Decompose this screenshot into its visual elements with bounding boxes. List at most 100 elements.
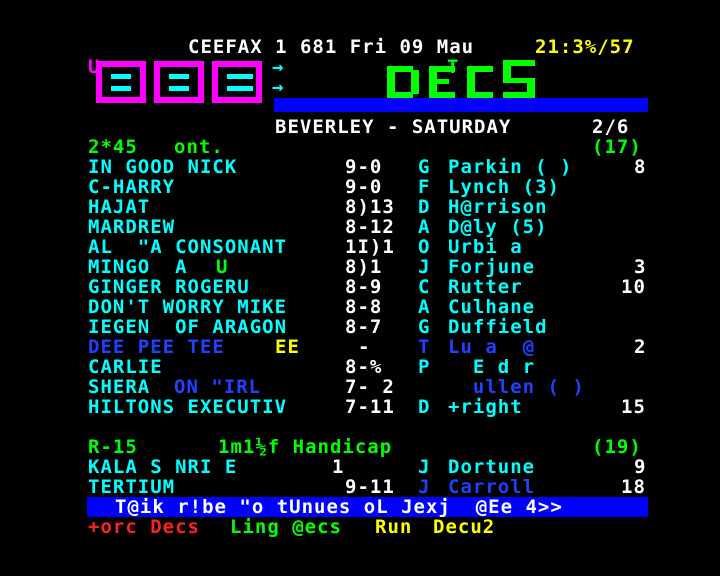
table-row: TERTIUM 9-11 J Carroll 18 [0, 477, 720, 497]
fastext-red[interactable]: +orc Decs [88, 517, 200, 537]
table-row: KALA S NRI E 1 J Dortune 9 [0, 457, 720, 477]
race2-id: R-15 [88, 436, 138, 458]
horse-name: C-HARRY [88, 176, 176, 198]
table-row: HILTONS EXECUTIV 7-11 D +right 15 [0, 397, 720, 417]
horse-jockey: Duffield [448, 316, 548, 338]
horse-jockey: Lynch (3) [448, 176, 560, 198]
horse-draw: F [418, 176, 431, 198]
horse-jockey: Lu a @ [448, 336, 536, 358]
horse-weight: 8-8 [345, 296, 383, 318]
horse-draw: C [418, 276, 431, 298]
horse-jockey: D@ly (5) [448, 216, 548, 238]
horse-name-extra: ON "IRL [174, 376, 262, 398]
race1-label: ont. [174, 136, 224, 158]
table-row: HAJAT 8)13 D H@rrison [0, 197, 720, 217]
horse-weight: 8-% [345, 356, 383, 378]
fastext-yellow[interactable]: Run [375, 517, 412, 537]
nav-bar[interactable]: T@ik r!be "o tUnues oL Jexj @Ee 4>> [87, 497, 648, 517]
horse-name: KALA S NRI E [88, 456, 238, 478]
arrow-right-icon: → [272, 76, 285, 98]
horse-draw: O [418, 236, 431, 258]
horse-weight: 7-11 [345, 396, 395, 418]
horse-odds: 9 [634, 456, 647, 478]
horse-name: DON'T WORRY MIKE [88, 296, 288, 318]
race2-title: 1m1½f Handicap [218, 436, 393, 458]
horse-name: GINGER ROGERU [88, 276, 250, 298]
horse-draw: P [418, 356, 431, 378]
horse-weight: 8)13 [345, 196, 395, 218]
horse-name: MINGO A [88, 256, 200, 278]
horse-draw: A [418, 216, 431, 238]
table-row: IN GOOD NICK 9-0 G Parkin ( ) 8 [0, 157, 720, 177]
horse-name-extra: EE [275, 336, 300, 358]
horse-name: IN GOOD NICK [88, 156, 238, 178]
table-row: AL "A CONSONANT 1I)1 O Urbi a [0, 237, 720, 257]
fastext-green[interactable]: Ling @ecs [230, 517, 342, 537]
header-service: CEEFAX 1 681 Fri 09 Mau [188, 36, 475, 58]
horse-name: DEE PEE TEE [88, 336, 225, 358]
race2-runners: (19) [592, 436, 642, 458]
table-row: C-HARRY 9-0 F Lynch (3) [0, 177, 720, 197]
horse-name: AL "A CONSONANT [88, 236, 288, 258]
horse-draw: G [418, 316, 431, 338]
horse-weight: 1I)1 [345, 236, 395, 258]
horse-draw: A [418, 296, 431, 318]
table-row: DEE PEE TEE EE - T Lu a @ 2 [0, 337, 720, 357]
horse-draw: G [418, 156, 431, 178]
horse-name: TERTIUM [88, 476, 176, 498]
horse-jockey: Forjune [448, 256, 536, 278]
horse-draw: T [418, 336, 431, 358]
page-title: BEVERLEY - SATURDAY [275, 116, 512, 138]
table-row: DON'T WORRY MIKE 8-8 A Culhane [0, 297, 720, 317]
horse-jockey: Carroll [448, 476, 536, 498]
horse-name: HAJAT [88, 196, 151, 218]
horse-weight: 9-11 [345, 476, 395, 498]
horse-weight: 8-9 [345, 276, 383, 298]
horse-jockey: +right [448, 396, 523, 418]
horse-name-extra: U [216, 256, 229, 278]
horse-jockey: Parkin ( ) [448, 156, 573, 178]
table-row: IEGEN OF ARAGON 8-7 G Duffield [0, 317, 720, 337]
horse-weight: 8-12 [345, 216, 395, 238]
page-number: 2/6 [592, 116, 630, 138]
teletext-screen: CEEFAX 1 681 Fri 09 Mau 21:3%/57 U → → T… [0, 0, 720, 576]
horse-weight: 8-7 [345, 316, 383, 338]
table-row: CARLIE 8-% P E d r [0, 357, 720, 377]
horse-jockey: Rutter [448, 276, 523, 298]
horse-weight: - [358, 336, 371, 358]
horse-weight: 8)1 [345, 256, 383, 278]
horse-draw: D [418, 396, 431, 418]
header-row: CEEFAX 1 681 Fri 09 Mau 21:3%/57 [0, 37, 720, 57]
horse-odds: 10 [621, 276, 646, 298]
horse-odds: 15 [621, 396, 646, 418]
horse-jockey: ullen ( ) [448, 376, 585, 398]
horse-name: MARDREW [88, 216, 176, 238]
race2-header: R-15 1m1½f Handicap (19) [0, 437, 720, 457]
horse-draw: D [418, 196, 431, 218]
fastext-cyan[interactable]: Decu2 [433, 517, 495, 537]
table-row: SHERA ON "IRL 7- 2 ullen ( ) [0, 377, 720, 397]
header-clock: 21:3%/57 [535, 36, 635, 58]
arrow-right-icon: → [272, 56, 285, 78]
horse-jockey: E d r [448, 356, 536, 378]
horse-odds: 18 [621, 476, 646, 498]
horse-name: SHERA [88, 376, 151, 398]
horse-odds: 2 [634, 336, 647, 358]
horse-name: IEGEN OF ARAGON [88, 316, 288, 338]
horse-jockey: Urbi a [448, 236, 523, 258]
horse-weight: 9-0 [345, 156, 383, 178]
page-title-row: BEVERLEY - SATURDAY 2/6 [0, 117, 720, 137]
horse-weight: 9-0 [345, 176, 383, 198]
horse-jockey: H@rrison [448, 196, 548, 218]
horse-odds: 3 [634, 256, 647, 278]
horse-jockey: Dortune [448, 456, 536, 478]
race1-runners: (17) [592, 136, 642, 158]
race1-header: 2*45 ont. (17) [0, 137, 720, 157]
table-row: MARDREW 8-12 A D@ly (5) [0, 217, 720, 237]
horse-jockey: Culhane [448, 296, 536, 318]
horse-name: HILTONS EXECUTIV [88, 396, 288, 418]
horse-draw: J [418, 476, 431, 498]
race1-time: 2*45 [88, 136, 138, 158]
decs-logo [387, 60, 535, 98]
horse-name: CARLIE [88, 356, 163, 378]
